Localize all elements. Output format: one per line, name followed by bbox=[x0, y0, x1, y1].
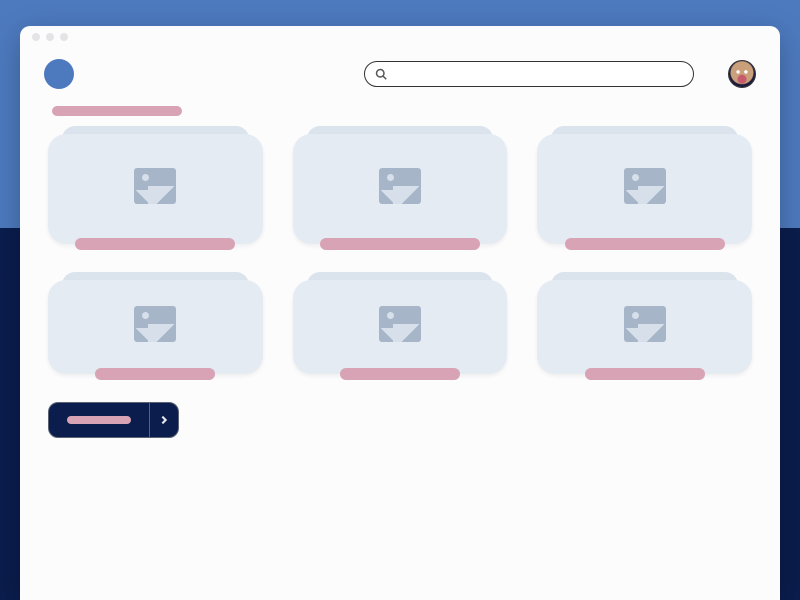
top-bar bbox=[20, 48, 780, 100]
footer-actions bbox=[48, 402, 752, 438]
page-title bbox=[52, 106, 182, 116]
gallery-card[interactable] bbox=[293, 134, 508, 244]
search-field[interactable] bbox=[364, 61, 694, 87]
brand-logo[interactable] bbox=[44, 59, 74, 89]
avatar[interactable] bbox=[728, 60, 756, 88]
card-label bbox=[320, 238, 480, 250]
image-placeholder-icon bbox=[537, 280, 752, 368]
card-label bbox=[565, 238, 725, 250]
traffic-light-zoom[interactable] bbox=[60, 33, 68, 41]
cta-label bbox=[67, 416, 131, 424]
card-row-2 bbox=[48, 280, 752, 374]
card-grid bbox=[48, 134, 752, 374]
image-placeholder-icon bbox=[537, 134, 752, 238]
image-placeholder-icon bbox=[48, 280, 263, 368]
gallery-card[interactable] bbox=[48, 280, 263, 374]
card-label bbox=[95, 368, 215, 380]
chevron-right-icon[interactable] bbox=[150, 415, 178, 425]
gallery-card[interactable] bbox=[48, 134, 263, 244]
window-titlebar bbox=[20, 26, 780, 48]
app-window bbox=[20, 26, 780, 600]
card-label bbox=[340, 368, 460, 380]
traffic-light-minimize[interactable] bbox=[46, 33, 54, 41]
image-placeholder-icon bbox=[293, 134, 508, 238]
main-content bbox=[20, 100, 780, 600]
search-icon bbox=[375, 65, 387, 84]
card-row-1 bbox=[48, 134, 752, 244]
traffic-light-close[interactable] bbox=[32, 33, 40, 41]
gallery-card[interactable] bbox=[537, 134, 752, 244]
image-placeholder-icon bbox=[293, 280, 508, 368]
gallery-card[interactable] bbox=[537, 280, 752, 374]
card-label bbox=[585, 368, 705, 380]
card-label bbox=[75, 238, 235, 250]
gallery-card[interactable] bbox=[293, 280, 508, 374]
image-placeholder-icon bbox=[48, 134, 263, 238]
primary-cta-button[interactable] bbox=[48, 402, 179, 438]
search-input[interactable] bbox=[393, 68, 683, 80]
